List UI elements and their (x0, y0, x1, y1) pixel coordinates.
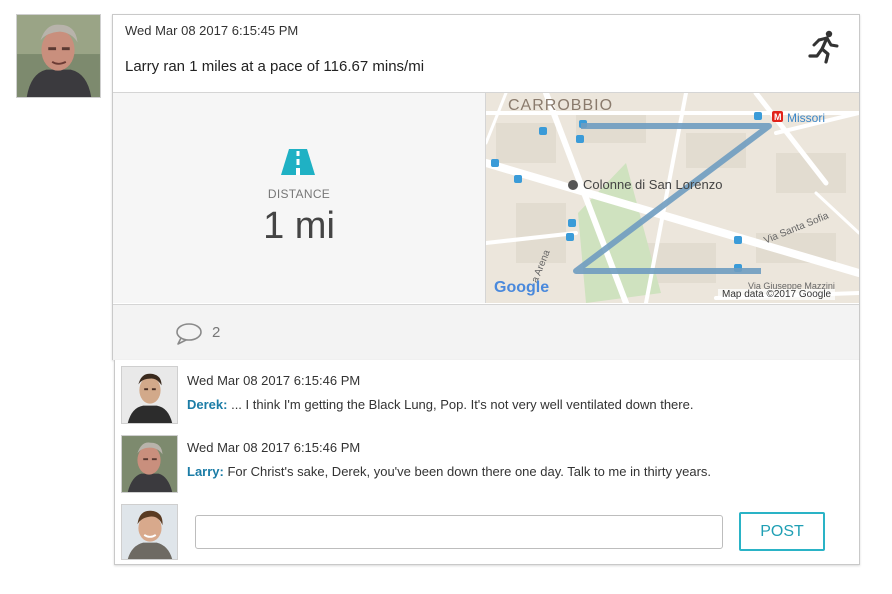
avatar-current-user (121, 504, 178, 560)
runner-icon (808, 30, 839, 64)
activity-card: Wed Mar 08 2017 6:15:45 PM Larry ran 1 m… (112, 14, 860, 360)
comment-text: Larry: For Christ's sake, Derek, you've … (187, 464, 711, 479)
activity-header: Wed Mar 08 2017 6:15:45 PM Larry ran 1 m… (113, 15, 859, 93)
activity-footer: 2 (113, 304, 859, 360)
activity-summary: Larry ran 1 miles at a pace of 116.67 mi… (125, 58, 425, 75)
avatar-photo-current-user (122, 505, 177, 559)
distance-value: 1 mi (263, 205, 335, 247)
road-icon (281, 149, 315, 175)
comments-panel: Wed Mar 08 2017 6:15:46 PM Derek: ... I … (114, 360, 860, 565)
comment-message: ... I think I'm getting the Black Lung, … (227, 397, 694, 412)
route-map[interactable]: M CARROBBIO Missori Colonne di San Loren… (486, 93, 859, 303)
map-label-carrobbio: CARROBBIO (508, 97, 614, 114)
comment-author[interactable]: Derek: (187, 397, 227, 412)
avatar-larry[interactable] (121, 435, 178, 493)
user-avatar[interactable] (16, 14, 101, 98)
map-attribution: Map data ©2017 Google (718, 289, 836, 300)
comment-author[interactable]: Larry: (187, 464, 224, 479)
post-button[interactable]: POST (739, 512, 825, 551)
comment-text: Derek: ... I think I'm getting the Black… (187, 397, 693, 412)
comment-timestamp: Wed Mar 08 2017 6:15:46 PM (187, 373, 361, 388)
comment-timestamp: Wed Mar 08 2017 6:15:46 PM (187, 440, 361, 455)
svg-text:M: M (774, 112, 782, 122)
map-label-missori: Missori (787, 111, 825, 125)
comment-count[interactable]: 2 (212, 324, 220, 341)
comment-bubble-icon[interactable] (175, 323, 202, 345)
distance-stat-panel: DISTANCE 1 mi (113, 93, 486, 303)
avatar-derek[interactable] (121, 366, 178, 424)
map-label-colonne: Colonne di San Lorenzo (583, 177, 723, 192)
activity-timestamp: Wed Mar 08 2017 6:15:45 PM (125, 23, 299, 38)
distance-label: DISTANCE (267, 187, 331, 201)
avatar-photo-larry-small (122, 436, 177, 492)
avatar-photo-derek (122, 367, 177, 423)
comment-message: For Christ's sake, Derek, you've been do… (223, 464, 712, 479)
avatar-photo-larry (17, 15, 100, 97)
comment-input[interactable] (195, 515, 723, 549)
google-logo: Google (494, 279, 550, 296)
